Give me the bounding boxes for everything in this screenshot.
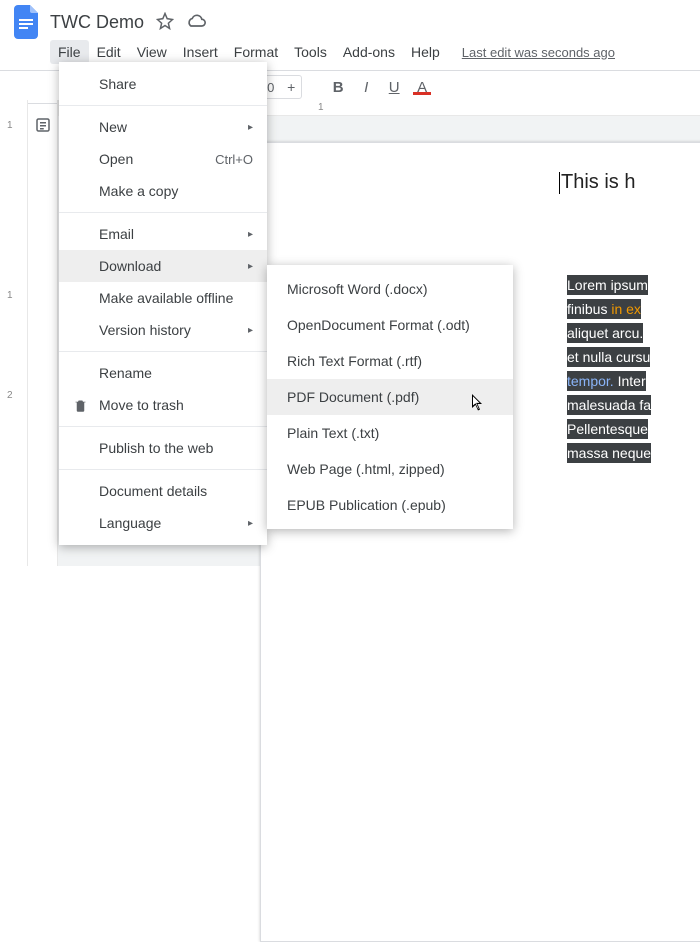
menu-item-language[interactable]: Language▸ — [59, 507, 267, 539]
menu-tools[interactable]: Tools — [286, 40, 335, 64]
submenu-arrow-icon: ▸ — [248, 261, 253, 272]
shortcut-label: Ctrl+O — [215, 152, 253, 167]
mouse-cursor-icon — [472, 394, 488, 417]
menu-item-new[interactable]: New▸ — [59, 111, 267, 143]
docs-app-icon[interactable] — [10, 5, 44, 39]
file-dropdown-menu: Share New▸ OpenCtrl+O Make a copy Email▸… — [59, 62, 267, 545]
menu-item-open[interactable]: OpenCtrl+O — [59, 143, 267, 175]
titlebar: TWC Demo — [0, 0, 700, 38]
download-docx[interactable]: Microsoft Word (.docx) — [267, 271, 513, 307]
menu-item-document-details[interactable]: Document details — [59, 475, 267, 507]
last-edit-link[interactable]: Last edit was seconds ago — [454, 41, 623, 64]
download-epub[interactable]: EPUB Publication (.epub) — [267, 487, 513, 523]
submenu-arrow-icon: ▸ — [248, 518, 253, 529]
menu-edit[interactable]: Edit — [89, 40, 129, 64]
vruler-mark: 2 — [7, 390, 13, 401]
menu-item-publish[interactable]: Publish to the web — [59, 432, 267, 464]
submenu-arrow-icon: ▸ — [248, 122, 253, 133]
menu-item-move-to-trash[interactable]: Move to trash — [59, 389, 267, 421]
menu-format[interactable]: Format — [226, 40, 286, 64]
menu-item-offline[interactable]: Make available offline — [59, 282, 267, 314]
menu-view[interactable]: View — [129, 40, 175, 64]
text-color-button[interactable]: A — [410, 79, 434, 96]
trash-icon — [71, 398, 89, 413]
vruler-mark: 1 — [7, 290, 13, 301]
menu-item-rename[interactable]: Rename — [59, 357, 267, 389]
download-odt[interactable]: OpenDocument Format (.odt) — [267, 307, 513, 343]
submenu-arrow-icon: ▸ — [248, 325, 253, 336]
menu-help[interactable]: Help — [403, 40, 448, 64]
font-size-increase[interactable]: + — [281, 76, 301, 98]
body-text-selection: Lorem ipsumfinibus in exaliquet arcu.et … — [567, 273, 651, 465]
vruler-mark: 1 — [7, 120, 13, 131]
italic-button[interactable]: I — [354, 79, 378, 96]
star-icon[interactable] — [156, 12, 174, 33]
document-page[interactable]: This is h Lorem ipsumfinibus in exalique… — [260, 142, 700, 942]
document-title[interactable]: TWC Demo — [44, 12, 144, 33]
download-rtf[interactable]: Rich Text Format (.rtf) — [267, 343, 513, 379]
heading-text: This is h — [561, 171, 635, 193]
bold-button[interactable]: B — [326, 79, 350, 96]
menu-item-download[interactable]: Download▸ — [59, 250, 267, 282]
menu-file[interactable]: File — [50, 40, 89, 64]
submenu-arrow-icon: ▸ — [248, 229, 253, 240]
menu-item-share[interactable]: Share — [59, 68, 267, 100]
vertical-ruler: 1 1 2 — [0, 100, 28, 566]
menu-item-version-history[interactable]: Version history▸ — [59, 314, 267, 346]
outline-toggle[interactable] — [28, 100, 58, 566]
hruler-mark: 1 — [318, 102, 324, 113]
menu-addons[interactable]: Add-ons — [335, 40, 403, 64]
menu-item-make-copy[interactable]: Make a copy — [59, 175, 267, 207]
menu-insert[interactable]: Insert — [175, 40, 226, 64]
download-txt[interactable]: Plain Text (.txt) — [267, 415, 513, 451]
cloud-saved-icon[interactable] — [186, 11, 206, 34]
menu-item-email[interactable]: Email▸ — [59, 218, 267, 250]
underline-button[interactable]: U — [382, 79, 406, 96]
download-html[interactable]: Web Page (.html, zipped) — [267, 451, 513, 487]
text-cursor — [559, 172, 560, 194]
